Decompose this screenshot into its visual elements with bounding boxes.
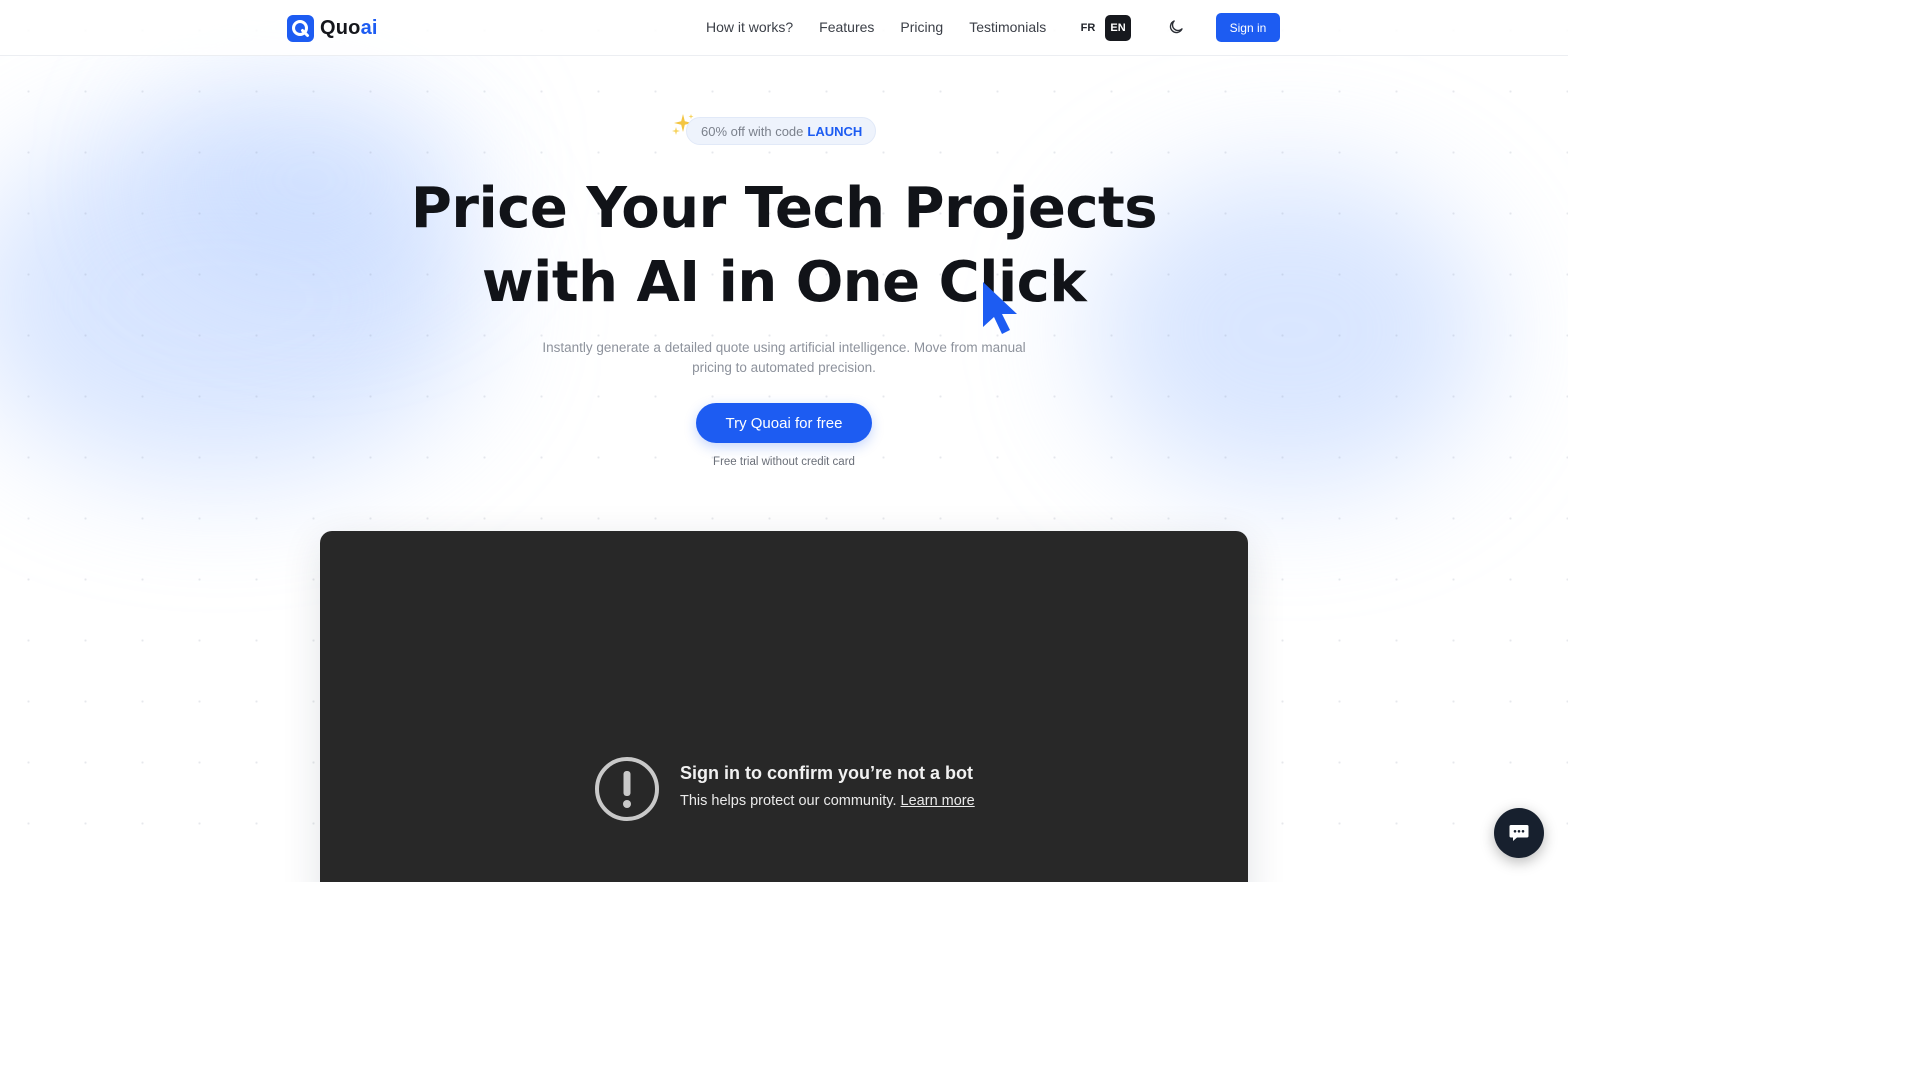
logo-text: Quoai [320,17,378,40]
promo-code: LAUNCH [807,123,863,139]
chat-bubble-icon [1509,825,1529,841]
exclamation-circle-icon [595,757,659,821]
try-free-button[interactable]: Try Quoai for free [696,403,872,443]
nav-pricing[interactable]: Pricing [900,18,943,36]
bot-check-text: This helps protect our community. [680,793,897,809]
logo[interactable]: Quoai [287,14,378,42]
chat-widget-button[interactable] [1494,808,1544,858]
hero-subtitle: Instantly generate a detailed quote usin… [542,340,1026,375]
video-embed[interactable]: Sign in to confirm you’re not a bot This… [320,531,1248,882]
hero-title: Price Your Tech Projects with AI in One … [384,172,1184,320]
nav-testimonials[interactable]: Testimonials [969,18,1046,36]
nav-features[interactable]: Features [819,18,874,36]
pointer-cursor-icon [983,282,1017,334]
language-switcher: FR EN [1075,15,1131,41]
main-nav: How it works? Features Pricing Testimoni… [706,18,1046,36]
lang-fr-button[interactable]: FR [1075,15,1101,41]
promo-badge: 60% off with code LAUNCH [686,117,877,145]
hero-title-line1: Price Your Tech Projects [410,176,1158,241]
promo-text: 60% off with code [701,123,804,139]
logo-text-accent: ai [360,16,378,39]
learn-more-link[interactable]: Learn more [901,793,975,809]
logo-q-icon [287,14,314,42]
logo-text-main: Quo [320,16,361,39]
lang-en-button[interactable]: EN [1105,15,1131,41]
cta-note: Free trial without credit card [713,456,855,468]
landing-page: Quoai How it works? Features Pricing Tes… [0,0,1568,882]
moon-icon[interactable] [1166,17,1186,37]
site-header: Quoai How it works? Features Pricing Tes… [0,0,1568,56]
bot-check-message: This helps protect our community. Learn … [680,793,975,809]
nav-how-it-works[interactable]: How it works? [706,18,793,36]
bot-check-title: Sign in to confirm you’re not a bot [680,763,973,783]
signin-button[interactable]: Sign in [1216,13,1280,42]
